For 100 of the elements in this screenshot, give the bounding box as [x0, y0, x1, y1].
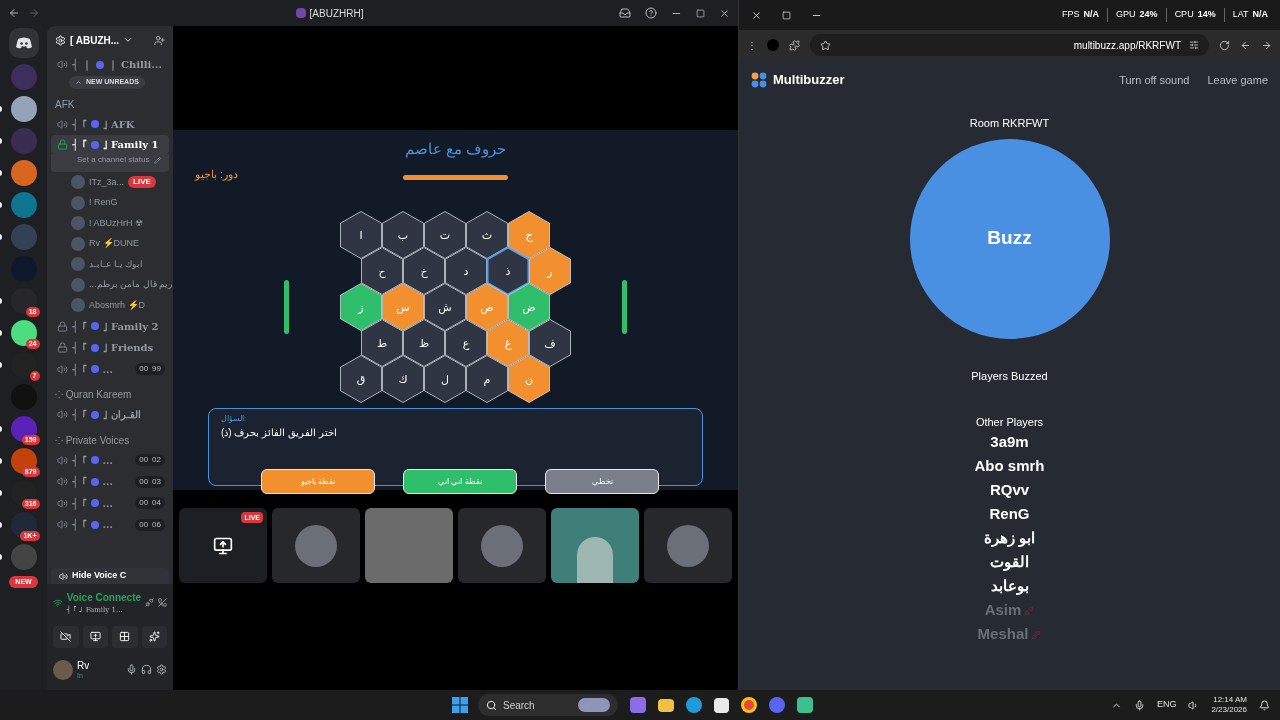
server-icon[interactable]	[10, 288, 37, 314]
back-icon[interactable]	[1240, 39, 1251, 51]
hex-tile[interactable]: خ	[403, 246, 445, 295]
edge-browser-icon[interactable]	[686, 697, 702, 713]
mic-icon[interactable]	[1133, 699, 1145, 711]
notification-icon[interactable]	[1259, 699, 1270, 711]
chevron-down-icon[interactable]	[123, 35, 134, 45]
server-icon[interactable]	[10, 480, 37, 506]
discord-logo-icon	[15, 37, 32, 49]
voice-status[interactable]: Voice Connecte	[66, 590, 142, 605]
hex-tile[interactable]: ذ	[486, 245, 530, 296]
voice-channel[interactable]: ┤ ｢ ｣ AFK	[51, 113, 169, 135]
participant-tile[interactable]	[272, 508, 360, 583]
camera-button[interactable]	[53, 625, 79, 648]
player-name: Meshal	[977, 624, 1029, 645]
hex-tile[interactable]: ع	[445, 318, 487, 367]
hex-tile[interactable]: ث	[466, 210, 508, 259]
member-name[interactable]: Rv ⚡DUNE	[89, 237, 139, 251]
channel-category[interactable]: AFK	[55, 96, 75, 112]
member-name[interactable]: ! ABUzHrH ☢	[89, 216, 143, 230]
hex-tile[interactable]: ح	[361, 246, 403, 295]
server-icon[interactable]	[10, 448, 37, 474]
address-bar[interactable]: multibuzz.app/RKRFWT	[810, 34, 1209, 56]
screen-share-button[interactable]	[82, 625, 108, 648]
player-name: بوعابد	[990, 576, 1029, 597]
invite-icon[interactable]	[154, 34, 165, 46]
disconnect-icon[interactable]	[158, 597, 167, 609]
voice-channel[interactable]: ┤ ｢ ... 00 99	[51, 358, 169, 380]
channel-status[interactable]: Set a channel status	[51, 154, 169, 172]
language-indicator[interactable]: ENG	[1156, 698, 1177, 712]
store-icon[interactable]	[714, 697, 729, 713]
windows-start-icon[interactable]	[452, 697, 468, 713]
hex-tile[interactable]: ق	[340, 354, 382, 403]
voice-channel[interactable]: ┤ ｢ ... 00 04	[51, 492, 169, 514]
taskbar-search-field[interactable]: Search	[478, 694, 618, 716]
channel-category[interactable]: ⁘ Quran Kareem	[55, 387, 132, 402]
participant-tile[interactable]	[365, 508, 453, 583]
server-icon[interactable]	[10, 320, 37, 346]
folder-icon[interactable]	[658, 698, 674, 712]
participant-tile[interactable]	[458, 508, 546, 583]
clock-time[interactable]: 12:14 AM	[1213, 695, 1247, 705]
inbox-icon[interactable]	[619, 7, 631, 19]
hex-tile[interactable]: ت	[424, 210, 466, 259]
headphones-icon[interactable]	[141, 664, 152, 675]
voice-channel[interactable]: ┤ ｢ ｣ Family 1	[51, 135, 169, 154]
clock-date[interactable]: 2/23/2026	[1211, 705, 1247, 715]
camera-video-tile[interactable]	[551, 508, 639, 583]
chrome-browser-icon[interactable]	[741, 697, 757, 713]
voice-channel[interactable]: ┤ ｢ ｣ القـران	[51, 404, 169, 426]
hex-tile[interactable]: ف	[529, 318, 571, 367]
hex-tile[interactable]: ش	[424, 282, 466, 331]
help-icon[interactable]	[645, 7, 657, 19]
channel-category[interactable]: ⁘ Private Voices	[55, 432, 130, 448]
mic-icon[interactable]	[126, 664, 137, 675]
back-icon[interactable]	[8, 7, 20, 19]
member-name[interactable]: ! RenG	[89, 196, 118, 210]
voice-channel[interactable]: ┤ ｢ ... 00 03	[51, 471, 169, 493]
user-avatar[interactable]	[53, 659, 73, 680]
voice-channel[interactable]: ┤ ｢ ... 00 06	[51, 514, 169, 536]
voice-channel[interactable]: ┤ ｜ ｜ Chilli...	[51, 54, 169, 76]
forward-icon[interactable]	[1261, 39, 1272, 51]
extensions-icon[interactable]	[789, 39, 800, 51]
voice-channel[interactable]: ┤ ｢ ... 00 02	[51, 449, 169, 471]
hex-tile[interactable]: ظ	[403, 318, 445, 367]
member-name[interactable]: ...ريم قال مامن برطم	[89, 278, 173, 292]
close-icon[interactable]	[719, 7, 730, 19]
header-link[interactable]: Leave game	[1207, 71, 1268, 89]
settings-icon[interactable]	[156, 664, 167, 675]
participant-tile[interactable]	[179, 508, 267, 583]
hex-tile[interactable]: د	[445, 246, 487, 295]
hex-tile[interactable]: ل	[424, 354, 466, 403]
member-name[interactable]: ابوك يـا عـابـد	[89, 257, 143, 271]
maximize-icon[interactable]	[696, 8, 705, 18]
app-icon[interactable]	[797, 697, 813, 713]
server-icon[interactable]	[10, 416, 37, 442]
hex-tile[interactable]: ا	[340, 210, 382, 259]
answer-button[interactable]: تخطي	[545, 469, 659, 494]
member-name[interactable]: ITz_3a...	[89, 175, 124, 189]
menu-icon[interactable]: ⋮	[747, 37, 757, 53]
voice-channel[interactable]: ┤ ｢ ｣ Family 2	[51, 315, 169, 337]
header-link[interactable]: Turn off sound	[1119, 71, 1190, 89]
participant-tile[interactable]	[644, 508, 732, 583]
reload-icon[interactable]	[1219, 39, 1230, 51]
hex-tile[interactable]: م	[466, 354, 508, 403]
maximize-icon[interactable]	[782, 10, 791, 20]
hex-tile[interactable]: ب	[382, 210, 424, 259]
soundboard-button[interactable]	[141, 625, 167, 648]
server-name[interactable]: [ ABUZH...	[70, 32, 120, 48]
discord-taskbar-icon[interactable]	[769, 697, 785, 713]
member-name[interactable]: Abosmrh ⚡D	[89, 298, 145, 312]
server-icon[interactable]	[10, 96, 37, 122]
hex-tile[interactable]: ك	[382, 354, 424, 403]
activities-button[interactable]	[112, 625, 138, 648]
discord-home-button[interactable]	[8, 28, 39, 58]
hide-voice-bar[interactable]: Hide Voice C	[51, 568, 169, 584]
close-icon[interactable]	[751, 9, 762, 21]
hex-tile[interactable]: ط	[361, 318, 403, 367]
voice-channel[interactable]: ┤ ｢ ｣ Friends	[51, 337, 169, 359]
copilot-icon[interactable]	[630, 697, 646, 713]
server-icon[interactable]	[10, 512, 37, 538]
